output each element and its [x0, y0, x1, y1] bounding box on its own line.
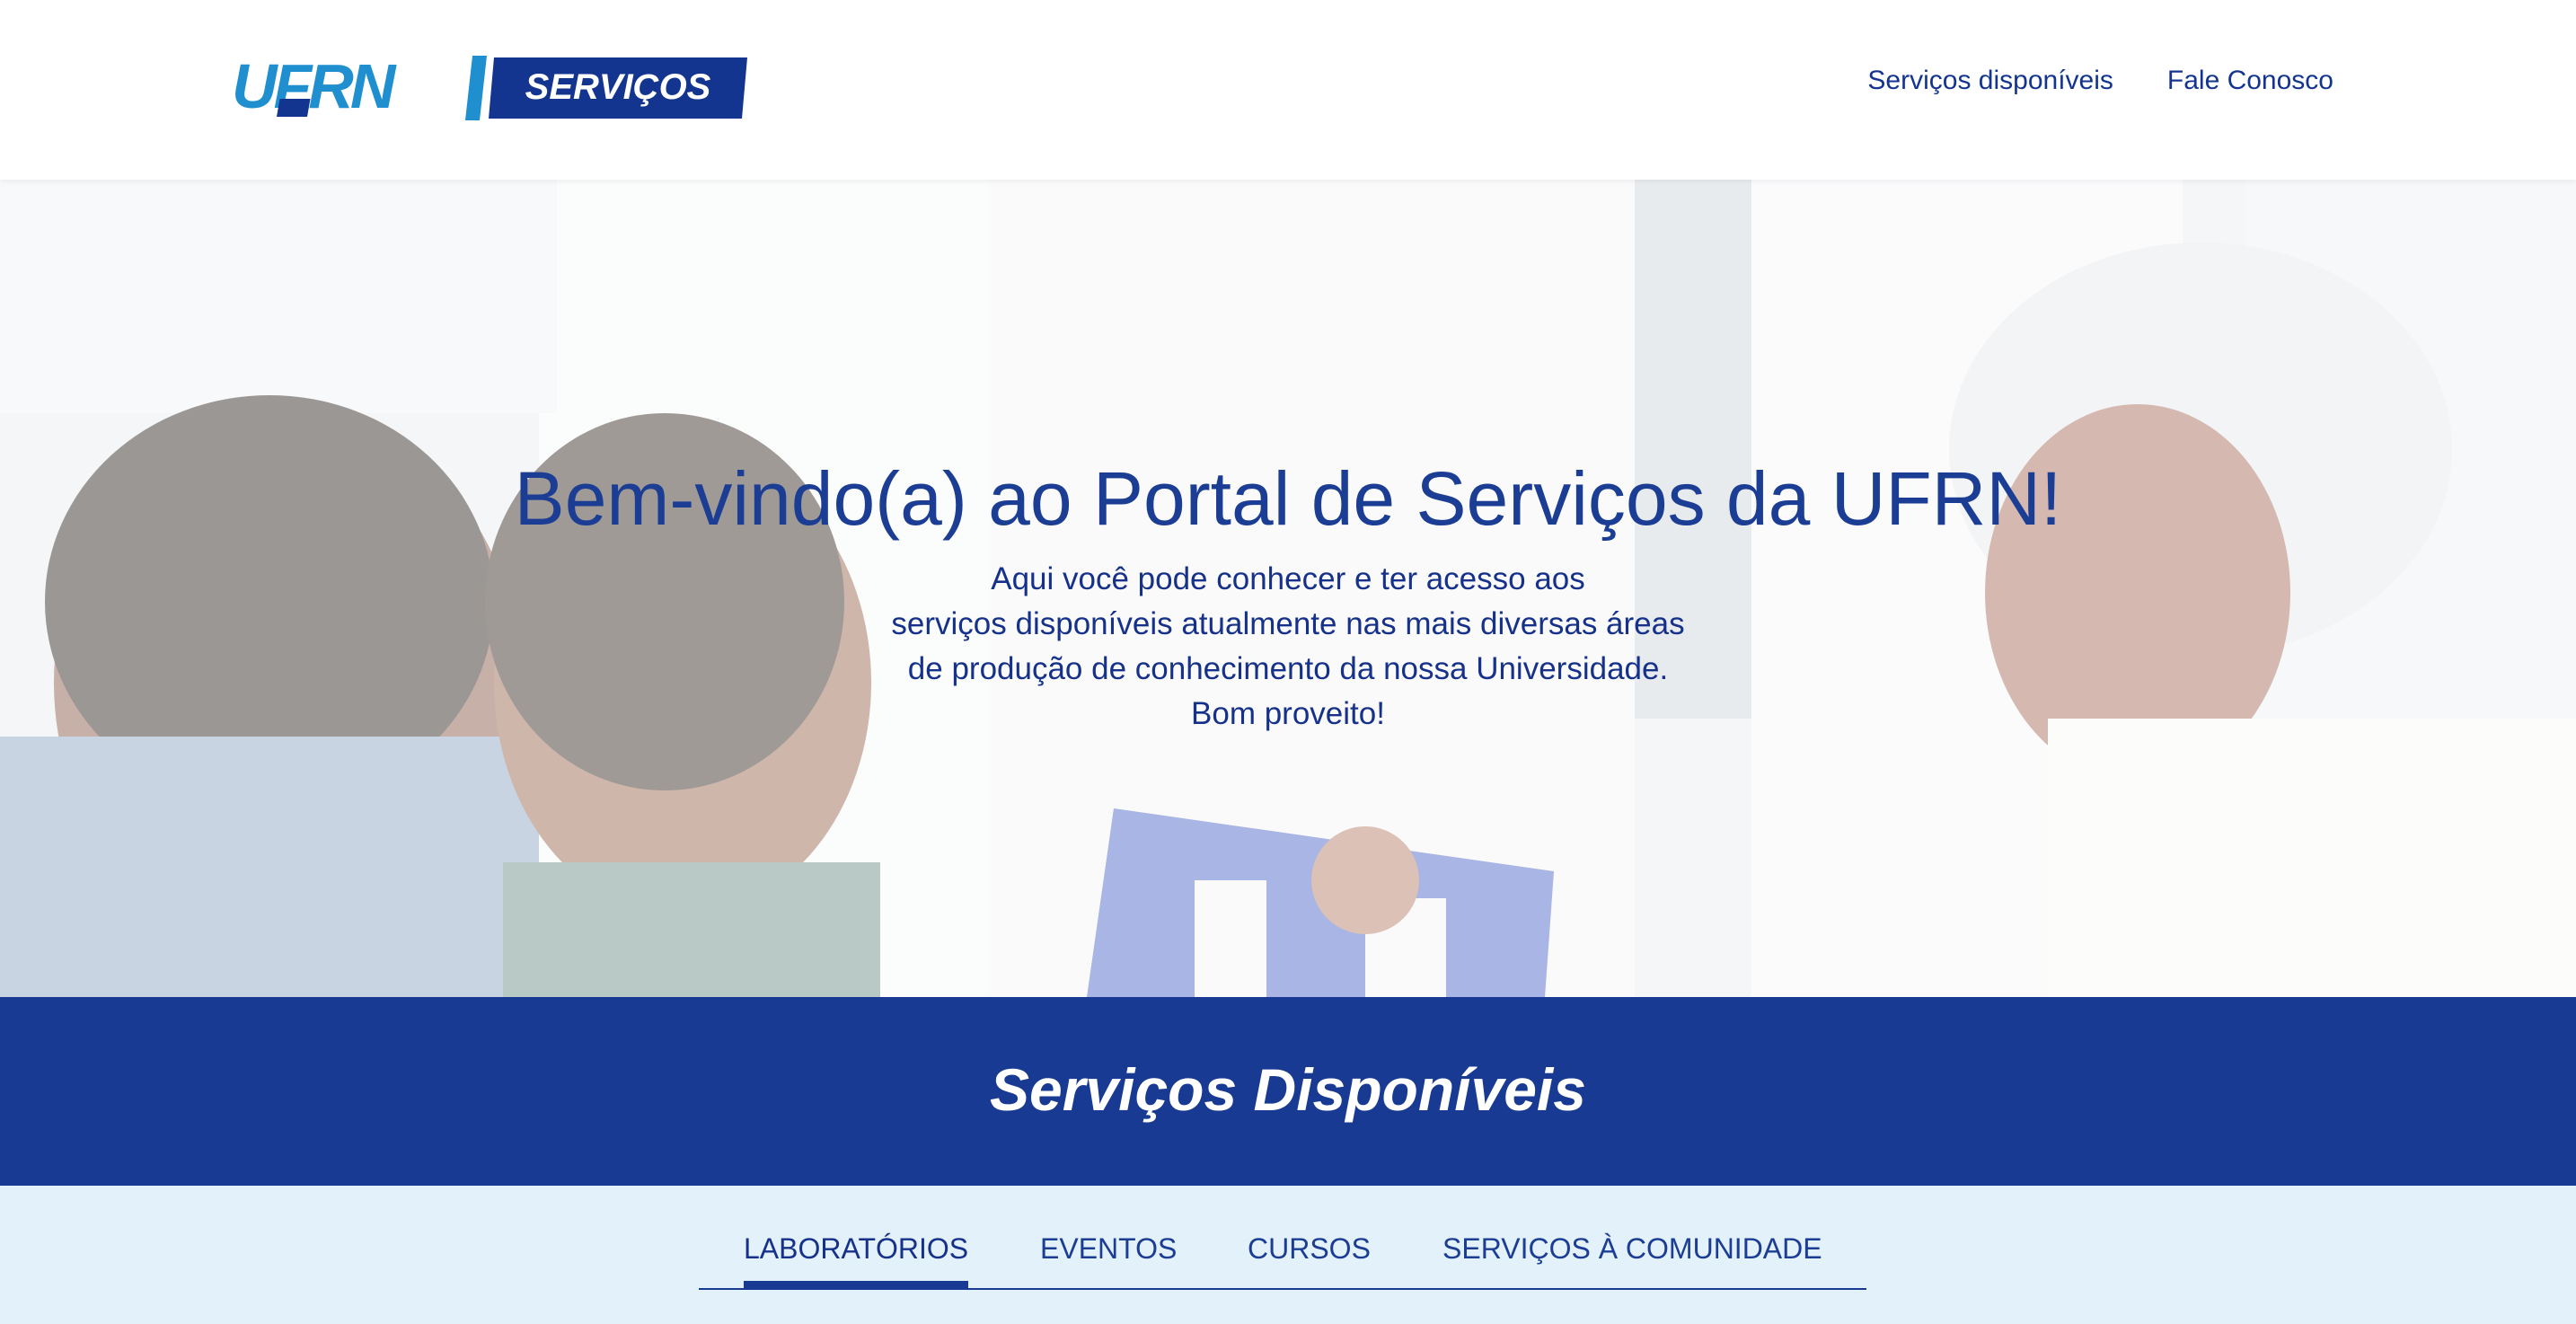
hero-title: Bem-vindo(a) ao Portal de Serviços da UF… [514, 456, 2062, 541]
hero-description: Aqui você pode conhecer e ter acesso aos… [0, 557, 2576, 737]
logo-graphic: UFRN SERVIÇOS [232, 56, 747, 120]
section-title: Serviços Disponíveis [990, 1056, 1586, 1123]
services-tabs-area: LABORATÓRIOS EVENTOS CURSOS SERVIÇOS À C… [0, 1186, 2576, 1324]
tab-cursos[interactable]: CURSOS [1248, 1231, 1371, 1267]
logo-text-servicos: SERVIÇOS [525, 67, 711, 107]
hero-line-1: Aqui você pode conhecer e ter acesso aos [991, 561, 1585, 596]
site-header: UFRN SERVIÇOS Serviços disponíveis Fale … [0, 0, 2576, 180]
services-section-banner: Serviços Disponíveis [0, 997, 2576, 1186]
tab-eventos[interactable]: EVENTOS [1040, 1231, 1177, 1267]
hero-line-4: Bom proveito! [1191, 696, 1385, 731]
main-nav: Serviços disponíveis Fale Conosco [1867, 63, 2333, 99]
active-tab-indicator [744, 1281, 968, 1290]
nav-fale-conosco[interactable]: Fale Conosco [2167, 63, 2333, 99]
tab-servicos-a-comunidade[interactable]: SERVIÇOS À COMUNIDADE [1442, 1231, 1822, 1267]
hero-line-2: serviços disponíveis atualmente nas mais… [891, 606, 1685, 641]
logo-text-ufrn: UFRN [232, 56, 397, 120]
tab-laboratorios[interactable]: LABORATÓRIOS [744, 1231, 968, 1267]
nav-servicos-disponiveis[interactable]: Serviços disponíveis [1867, 63, 2113, 99]
ufrn-servicos-logo[interactable]: UFRN SERVIÇOS [232, 56, 747, 120]
hero-line-3: de produção de conhecimento da nossa Uni… [907, 651, 1669, 686]
services-tabs: LABORATÓRIOS EVENTOS CURSOS SERVIÇOS À C… [699, 1186, 1866, 1290]
hero-banner: Bem-vindo(a) ao Portal de Serviços da UF… [0, 180, 2576, 997]
